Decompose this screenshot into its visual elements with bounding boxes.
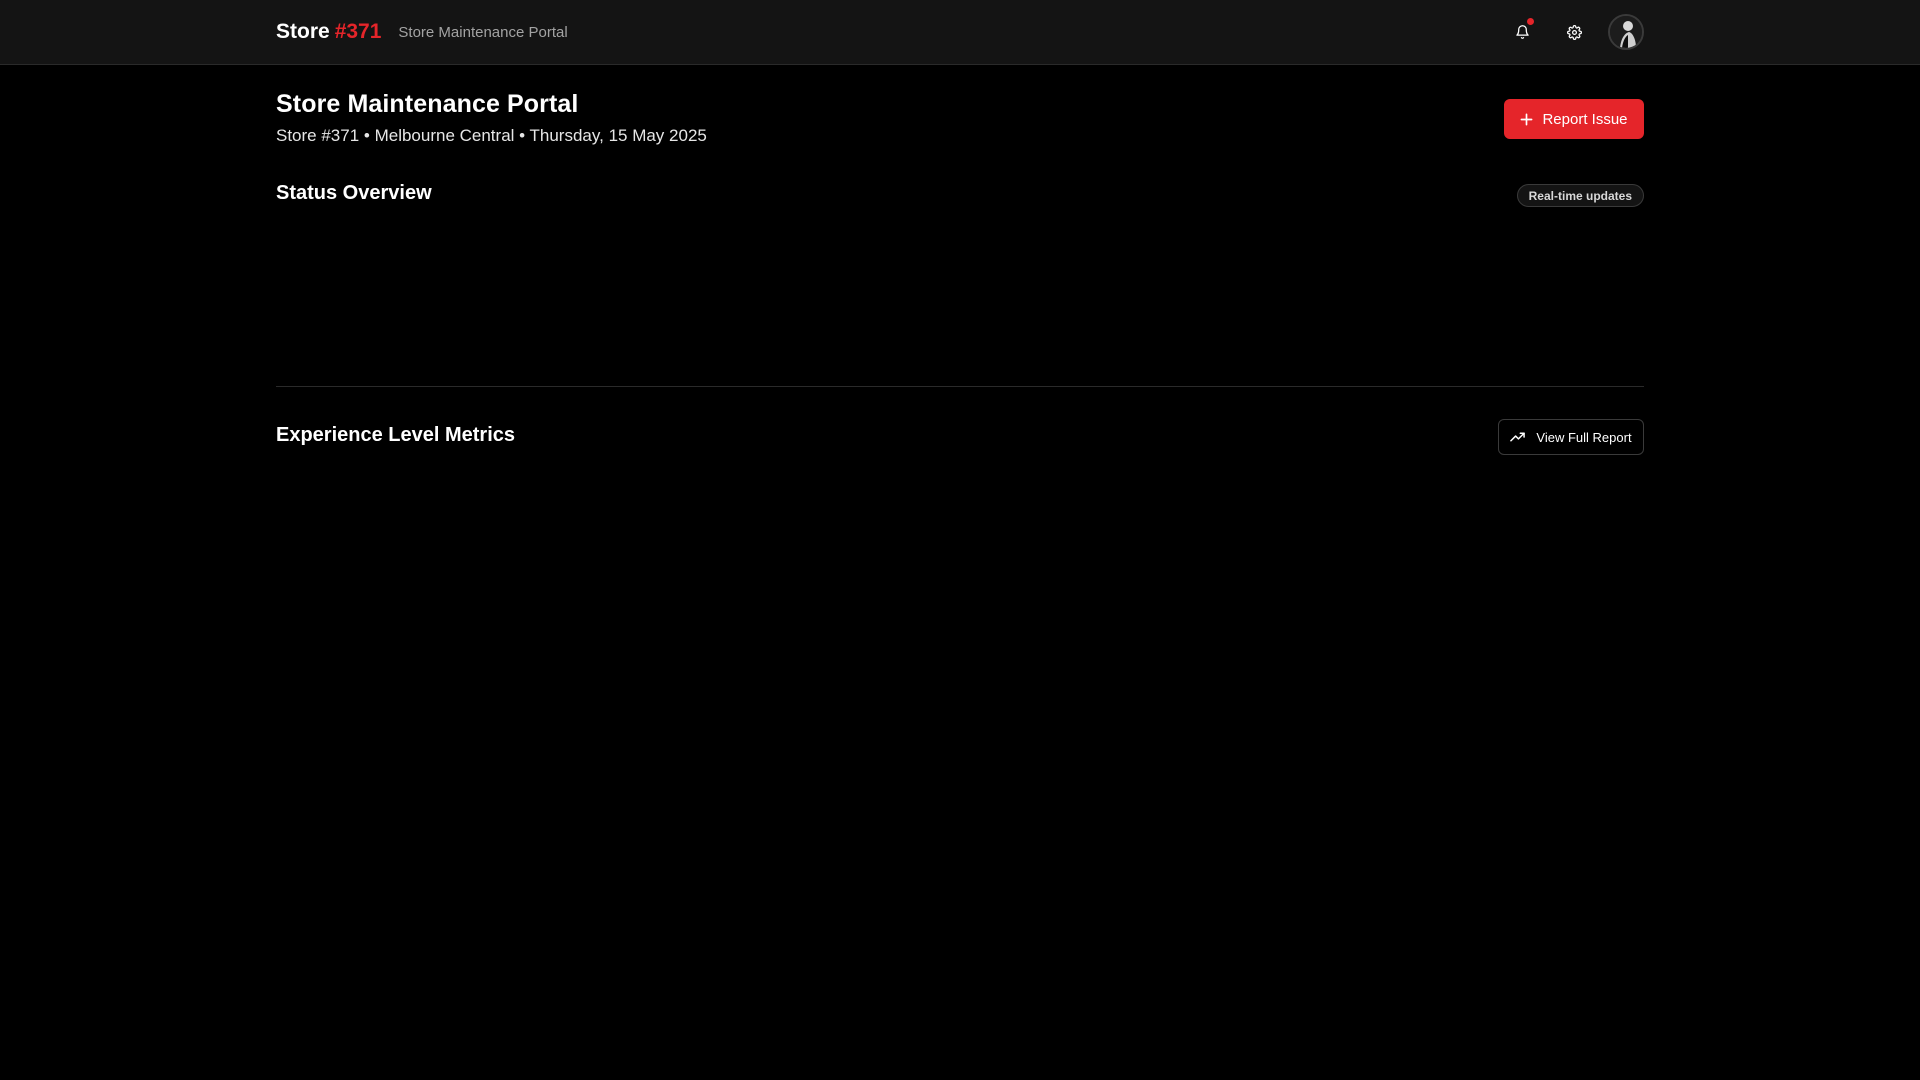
top-navigation-bar: Store #371 Store Maintenance Portal <box>0 0 1920 65</box>
page-header: Store Maintenance Portal Store #371 • Me… <box>276 65 1644 165</box>
status-overview-title: Status Overview <box>276 182 432 204</box>
portal-subtitle: Store Maintenance Portal <box>398 23 568 41</box>
realtime-badge: Real-time updates <box>1516 184 1644 207</box>
page-title: Store Maintenance Portal <box>276 90 579 118</box>
main-content: Store Maintenance Portal Store #371 • Me… <box>276 65 1644 487</box>
topbar-actions <box>1504 14 1644 50</box>
top-navigation-inner: Store #371 Store Maintenance Portal <box>276 0 1644 64</box>
metrics-title: Experience Level Metrics <box>276 424 516 446</box>
notification-dot <box>1527 18 1534 25</box>
status-overview-content <box>276 215 1644 387</box>
view-full-report-button[interactable]: View Full Report <box>1498 419 1644 455</box>
settings-button[interactable] <box>1556 14 1592 50</box>
metrics-header: Experience Level Metrics View Full Repor… <box>276 387 1644 487</box>
store-brand[interactable]: Store #371 <box>276 20 381 44</box>
notifications-button[interactable] <box>1504 14 1540 50</box>
status-overview-header: Status Overview Real-time updates <box>276 165 1644 215</box>
brand-store-word: Store <box>276 20 330 43</box>
report-issue-button[interactable]: Report Issue <box>1504 99 1644 139</box>
view-full-report-label: View Full Report <box>1536 429 1632 445</box>
bell-icon <box>1515 24 1530 40</box>
page-meta: Store #371 • Melbourne Central • Thursda… <box>276 126 707 145</box>
avatar-image <box>1610 16 1642 48</box>
trending-up-icon <box>1510 432 1526 442</box>
brand-store-number: #371 <box>334 20 382 43</box>
plus-icon <box>1520 113 1533 126</box>
gear-icon <box>1566 24 1582 40</box>
user-avatar[interactable] <box>1608 14 1644 50</box>
report-issue-label: Report Issue <box>1542 110 1628 128</box>
